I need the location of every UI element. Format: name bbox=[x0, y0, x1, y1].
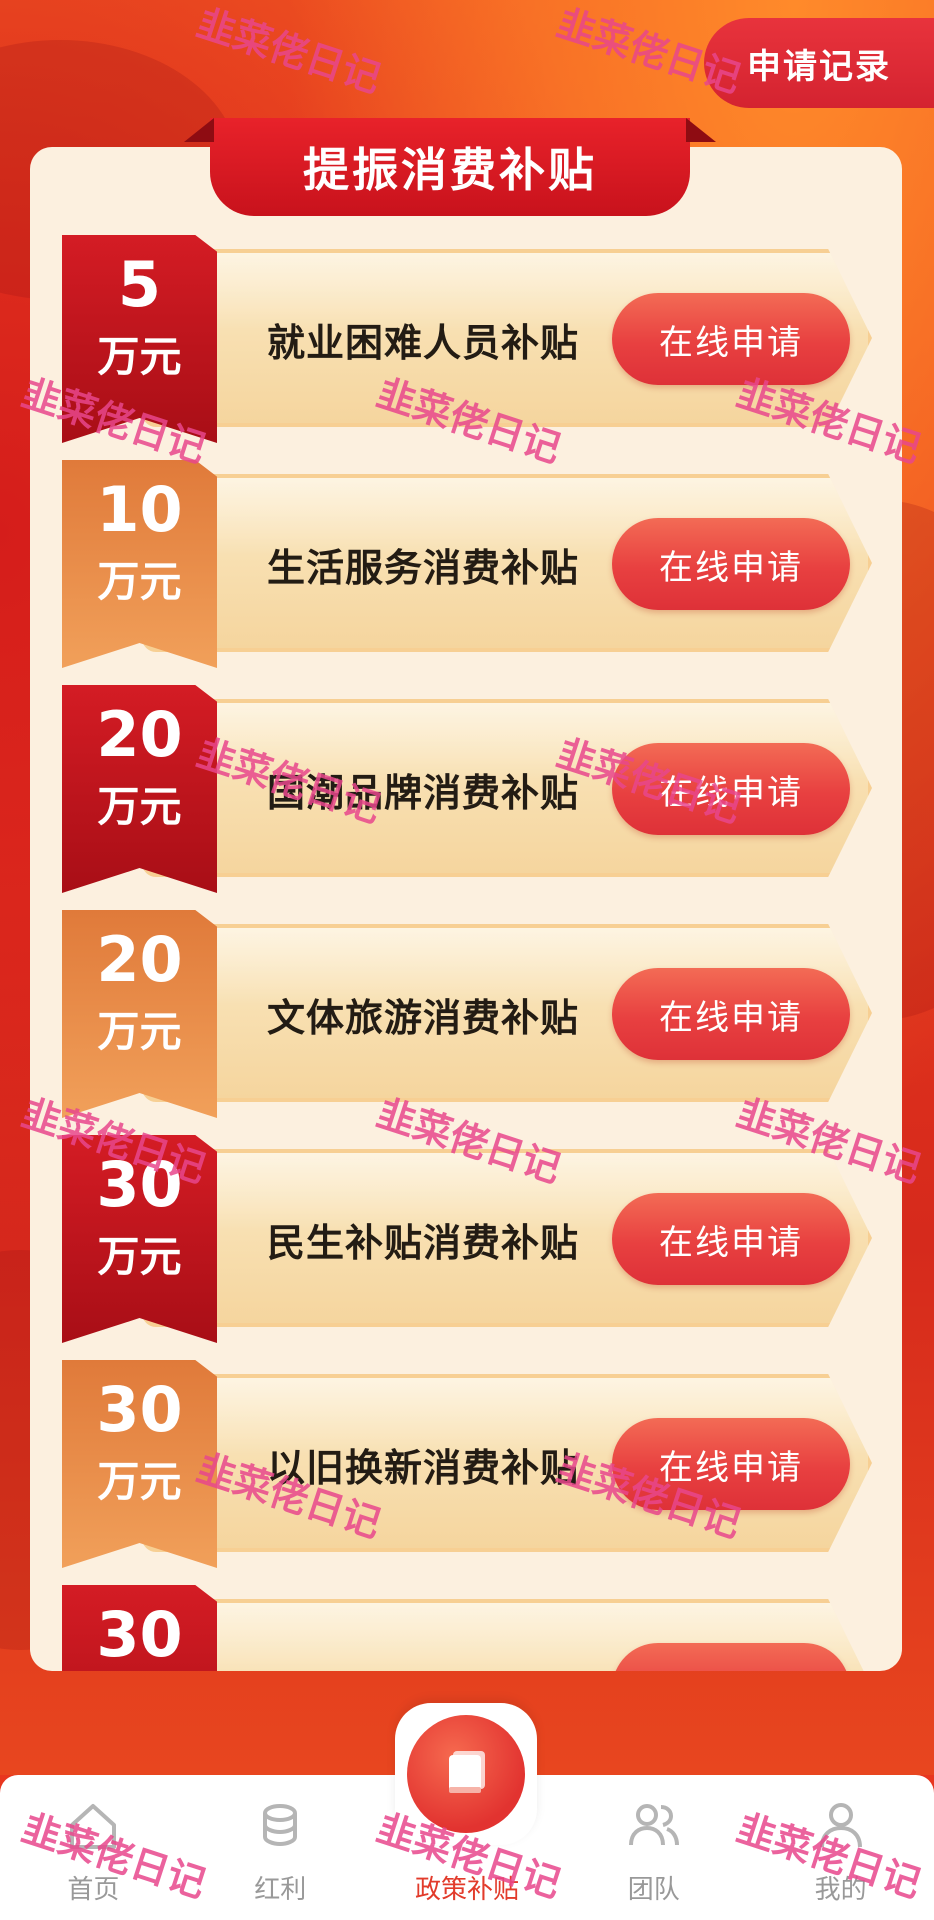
amount-badge: 5 万元 bbox=[62, 235, 217, 443]
subsidy-name: 以旧换新消费补贴 bbox=[267, 1445, 580, 1490]
apply-online-button[interactable]: 在线申请 bbox=[612, 743, 850, 835]
subsidy-name: 生活服务消费补贴 bbox=[267, 545, 580, 590]
application-record-button[interactable]: 申请记录 bbox=[704, 18, 934, 108]
apply-online-button[interactable]: 在线申请 bbox=[612, 1193, 850, 1285]
subsidy-card: 10 万元 生活服务消费补贴 在线申请 bbox=[62, 460, 882, 670]
tab-team[interactable]: 团队 bbox=[560, 1775, 747, 1920]
amount-badge: 30 bbox=[62, 1585, 217, 1671]
team-icon bbox=[628, 1804, 679, 1846]
apply-online-button[interactable]: 在线申请 bbox=[612, 293, 850, 385]
amount-badge: 20 万元 bbox=[62, 910, 217, 1118]
apply-online-button[interactable]: 在线申请 bbox=[612, 1418, 850, 1510]
amount-badge: 20 万元 bbox=[62, 685, 217, 893]
apply-online-button[interactable] bbox=[612, 1643, 850, 1671]
subsidy-card: 20 万元 国潮品牌消费补贴 在线申请 bbox=[62, 685, 882, 895]
subsidy-name: 就业困难人员补贴 bbox=[267, 320, 580, 365]
tab-bonus[interactable]: 红利 bbox=[187, 1775, 374, 1920]
tab-home[interactable]: 首页 bbox=[0, 1775, 187, 1920]
subsidy-card: 20 万元 文体旅游消费补贴 在线申请 bbox=[62, 910, 882, 1120]
policy-subsidy-center-button[interactable] bbox=[395, 1703, 537, 1845]
subsidy-card: 30 万元 民生补贴消费补贴 在线申请 bbox=[62, 1135, 882, 1345]
book-icon bbox=[449, 1751, 485, 1793]
subsidy-name: 文体旅游消费补贴 bbox=[267, 995, 580, 1040]
amount-badge: 10 万元 bbox=[62, 460, 217, 668]
subsidy-name: 民生补贴消费补贴 bbox=[267, 1220, 580, 1265]
subsidy-card: 5 万元 就业困难人员补贴 在线申请 bbox=[62, 235, 882, 445]
home-icon bbox=[70, 1804, 117, 1849]
subsidy-name: 国潮品牌消费补贴 bbox=[267, 770, 580, 815]
tab-me[interactable]: 我的 bbox=[747, 1775, 934, 1920]
subsidy-card: 30 bbox=[62, 1585, 882, 1671]
panel-title: 提振消费补贴 bbox=[210, 118, 690, 216]
apply-online-button[interactable]: 在线申请 bbox=[612, 968, 850, 1060]
coins-icon bbox=[263, 1804, 298, 1847]
amount-badge: 30 万元 bbox=[62, 1360, 217, 1568]
user-icon bbox=[819, 1803, 862, 1848]
subsidy-panel: 5 万元 就业困难人员补贴 在线申请 10 万元 生活服务消费补贴 在线申请 2… bbox=[30, 147, 902, 1671]
subsidy-card: 30 万元 以旧换新消费补贴 在线申请 bbox=[62, 1360, 882, 1570]
amount-badge: 30 万元 bbox=[62, 1135, 217, 1343]
apply-online-button[interactable]: 在线申请 bbox=[612, 518, 850, 610]
